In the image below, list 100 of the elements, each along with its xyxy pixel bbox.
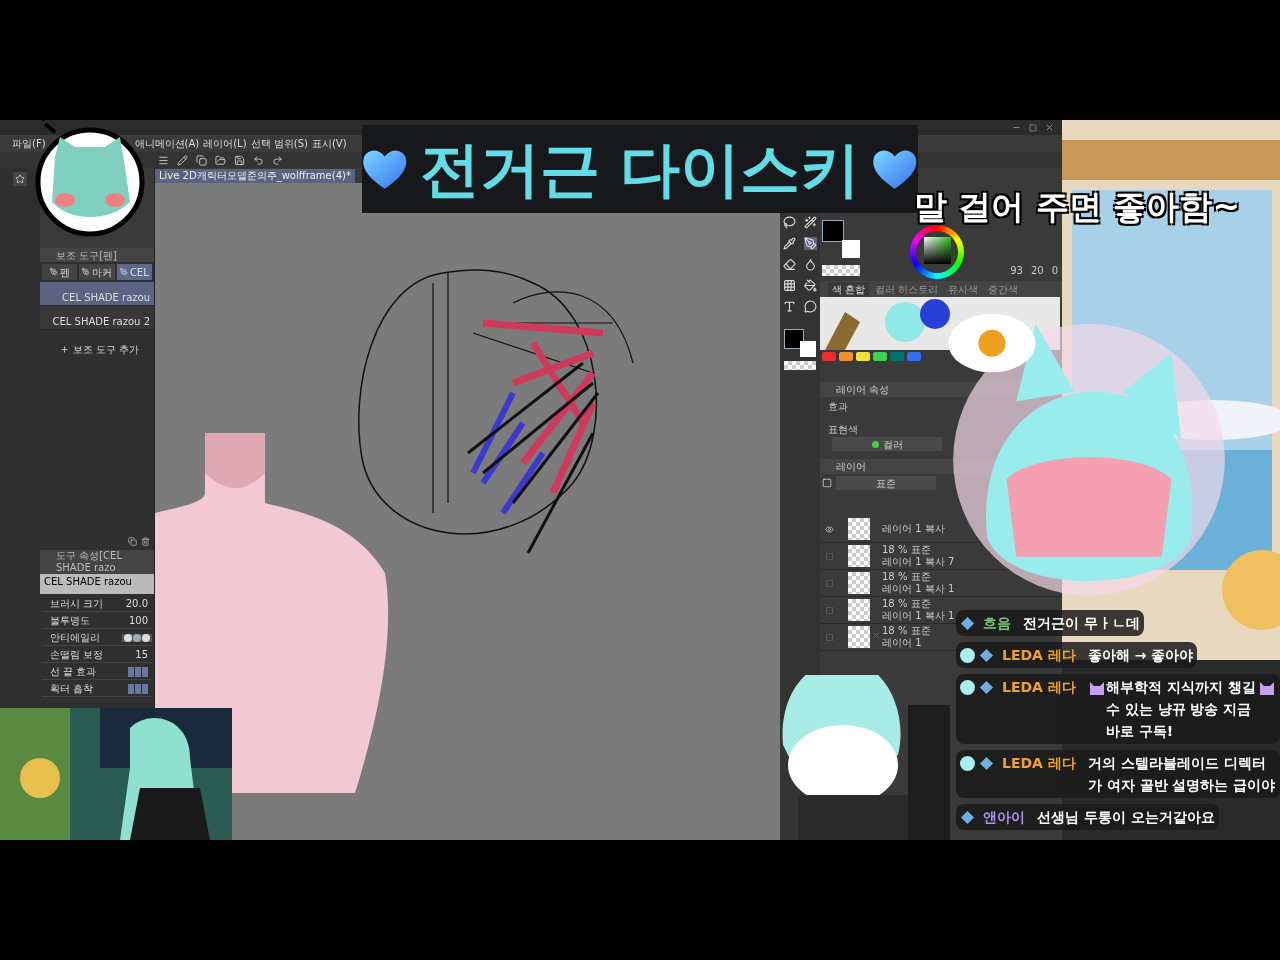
folder-icon[interactable] [215,154,226,166]
tool-tab[interactable]: 마커 [79,264,115,280]
color-readout: 0 [1051,264,1058,278]
pen-nib-icon [119,268,128,276]
chat-username: LEDA 레다 [1002,678,1076,697]
layer-name[interactable]: 레이어 1 복사 7 [882,556,955,568]
property-label: 획터 흡착 [49,682,94,696]
property-value[interactable]: 20.0 [125,596,152,611]
layer-thumbnail [848,518,870,540]
eraser-icon[interactable] [783,258,796,271]
palette-swatch[interactable] [890,352,904,361]
eye-icon[interactable] [824,524,834,534]
magic-wand-icon[interactable] [804,216,817,229]
color-wheel[interactable] [910,225,964,279]
grid-icon[interactable] [783,279,796,292]
menu-item[interactable]: 선택 범위(S) [250,136,308,151]
pen-nib-icon [49,268,58,276]
paint-bucket-icon[interactable] [804,279,817,292]
panel-tab[interactable]: 중간색 [984,281,1023,297]
redo-icon[interactable] [272,154,283,166]
speech-bubble-icon[interactable] [804,300,817,313]
banner-title: 전거근 다이스키 [419,139,861,199]
add-sub-tool-link[interactable]: 보조 도구 추가 [73,342,140,357]
visibility-checkbox[interactable] [825,552,833,560]
blend-mode-dropdown[interactable]: 표준 [836,476,936,490]
tool-tab[interactable]: CEL [116,264,152,280]
layer-mode: 18 % 표준 [882,598,932,610]
visibility-checkbox[interactable] [825,633,833,641]
transparent-swatch[interactable] [822,265,860,276]
layer-thumbnail [848,599,870,621]
layer-mode: 18 % 표준 [882,544,932,556]
section-label: 효과 [827,400,848,414]
layer-mode: 18 % 표준 [882,571,932,583]
chat-username: 흐음 [983,614,1011,633]
layer-name[interactable]: 레이어 1 복사 1 [882,610,955,622]
layer-color-icon[interactable] [822,478,832,488]
palette-swatch[interactable] [822,352,836,361]
brush-item[interactable]: CEL SHADE razou [40,282,154,306]
property-label: 안티에일리 [49,631,100,645]
property-label: 손떨림 보정 [49,648,104,662]
maximize-icon[interactable] [1029,123,1037,132]
layer-name[interactable]: 레이어 1 복사 1 [882,583,955,595]
diamond-badge-icon [960,810,975,825]
excluded-icon [871,631,881,640]
pencil-icon[interactable] [177,154,188,166]
lasso-icon[interactable] [783,216,796,229]
chat-username: 앤아이 [983,808,1025,827]
layer-name[interactable]: 레이어 1 [882,637,931,649]
visibility-checkbox[interactable] [825,606,833,614]
menu-item[interactable]: 표시(V) [311,136,347,151]
layer-thumbnail [848,572,870,594]
color-swatch-icon[interactable] [822,220,860,258]
menu-item[interactable]: 애니메이션(A) [134,136,200,151]
color-readout: 20 [1030,264,1044,278]
layer-name[interactable]: 레이어 1 복사 [882,523,945,535]
panel-tab[interactable]: 컬러 히스토리 [871,281,943,297]
layer-mode: 18 % 표준 [882,625,931,637]
section-label: 표현색 [827,423,858,437]
palette-swatch[interactable] [856,352,870,361]
antialias-options[interactable] [122,633,152,642]
menu-icon[interactable] [158,154,169,166]
layer-thumbnail [848,626,870,648]
menu-item[interactable]: 파일(F) [12,136,46,151]
palette-swatch[interactable] [907,352,921,361]
copy-icon[interactable] [196,154,207,166]
diamond-badge-icon [960,616,975,631]
color-swatch-icon[interactable] [784,329,816,357]
palette-swatch[interactable] [839,352,853,361]
star-icon[interactable] [13,172,27,186]
panel-tab[interactable]: 레이어 [836,459,866,474]
pen-nib-icon [82,268,90,276]
property-label: 브러시 크기 [49,597,104,611]
menu-item[interactable]: 레이어(L) [203,136,247,151]
eyedropper-icon[interactable] [783,237,796,250]
expression-color-dropdown[interactable]: 컬러 [832,437,942,451]
brush-preview: CEL SHADE razou [40,574,154,594]
tool-tab[interactable]: 펜 [42,264,78,280]
save-icon[interactable] [234,154,245,166]
close-icon[interactable] [1045,123,1054,132]
property-value[interactable]: 15 [135,647,152,662]
property-label: 선 끝 효과 [49,665,97,679]
chat-username: LEDA 레다 [1002,646,1076,665]
trash-icon[interactable] [141,537,150,546]
property-value[interactable]: 100 [128,613,152,628]
diamond-badge-icon [979,648,994,663]
pen-icon[interactable] [804,237,817,250]
text-icon[interactable] [783,300,796,313]
copy-icon[interactable] [128,537,137,546]
transparent-swatch[interactable] [784,361,816,370]
visibility-checkbox[interactable] [825,579,833,587]
document-tab[interactable]: Live 2D캐릭터모델준의주_wolfframe(4)* [155,169,355,183]
add-icon[interactable] [60,345,69,354]
panel-tab[interactable]: 색 혼합 [828,281,870,297]
layer-thumbnail [848,545,870,567]
panel-tab[interactable]: 유사색 [944,281,983,297]
brush-item[interactable]: CEL SHADE razou 2 [40,306,154,330]
diamond-badge-icon [979,756,994,771]
palette-swatch[interactable] [873,352,887,361]
undo-icon[interactable] [253,154,264,166]
droplet-icon[interactable] [804,258,817,271]
